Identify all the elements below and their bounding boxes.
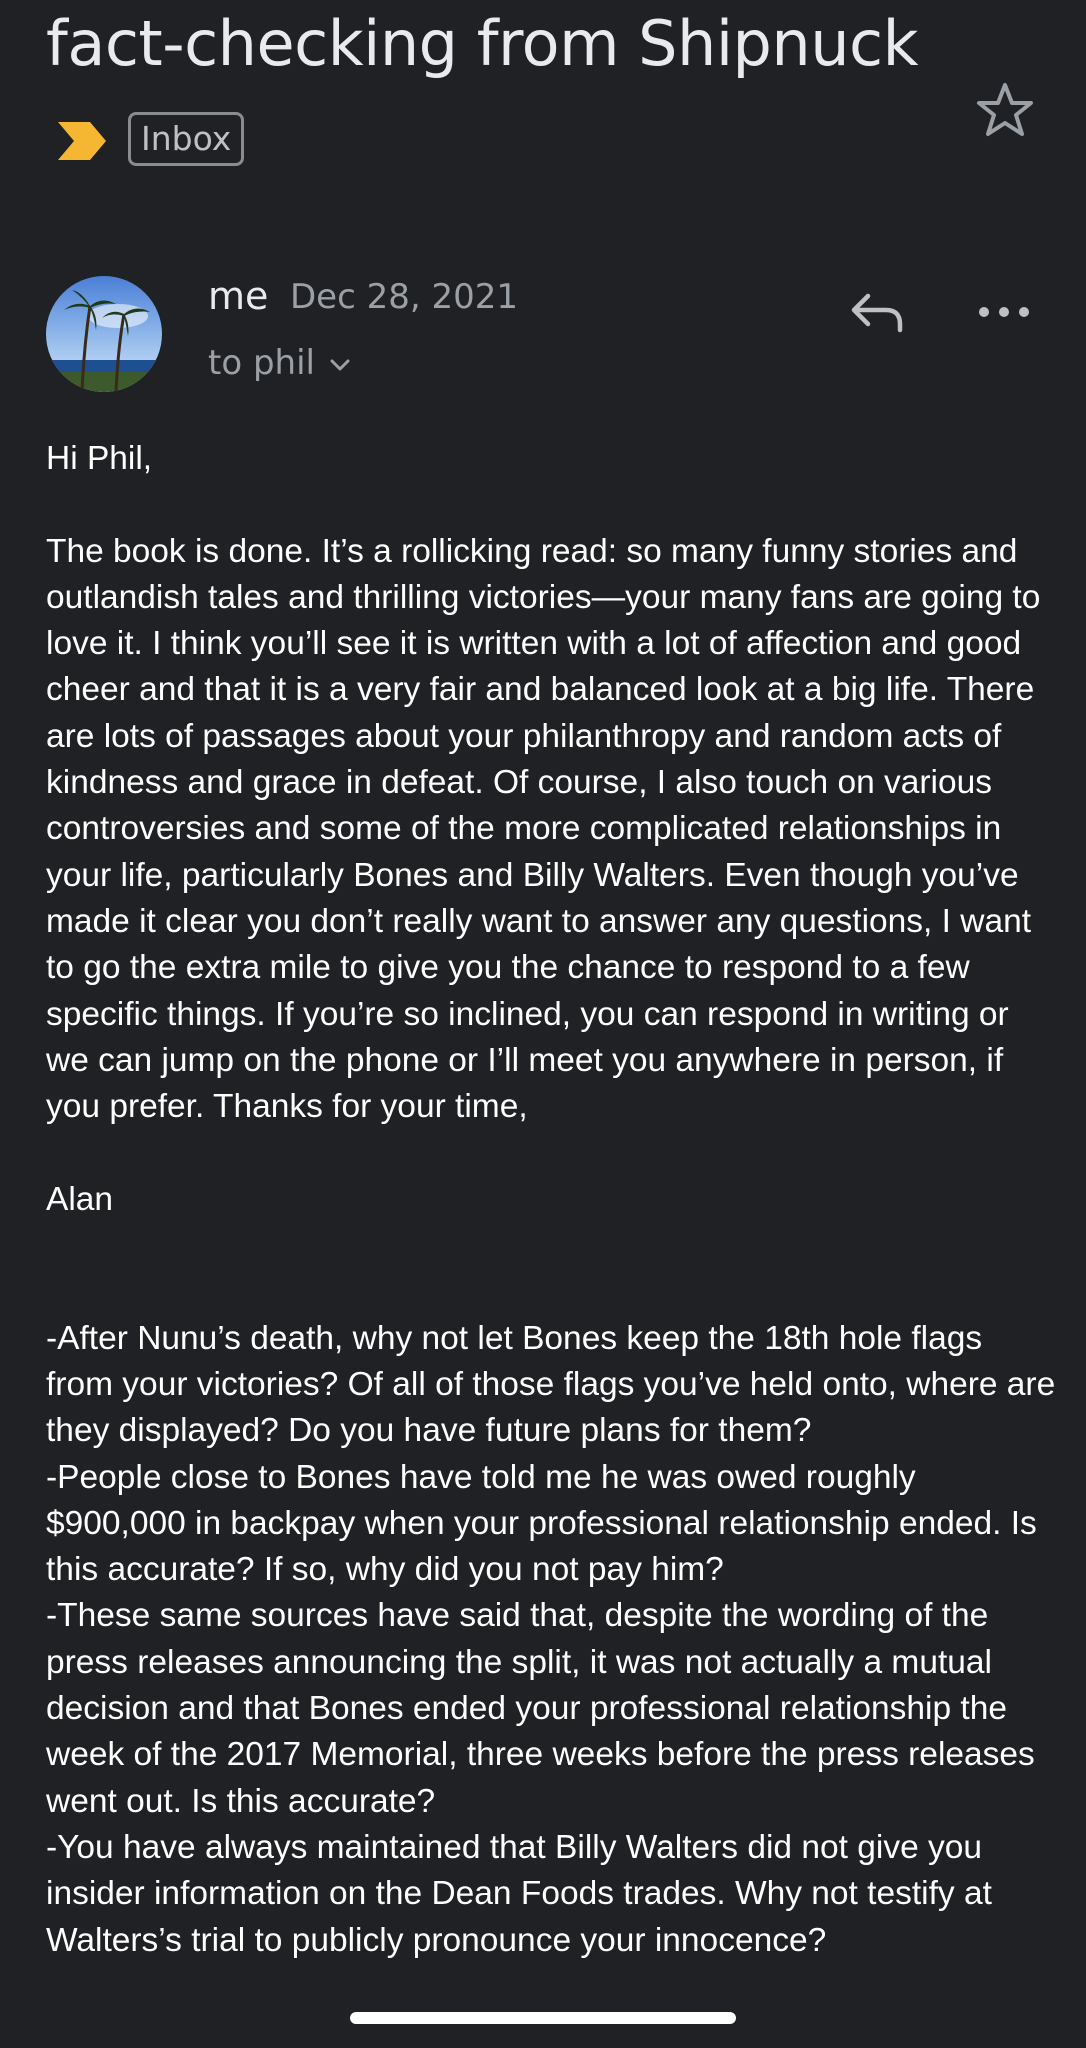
recipient-toggle[interactable]: to phil xyxy=(208,340,351,386)
more-options-icon[interactable] xyxy=(978,300,1030,324)
reply-icon[interactable] xyxy=(848,290,906,334)
avatar[interactable] xyxy=(46,276,162,392)
recipient-label: to phil xyxy=(208,343,315,383)
star-icon[interactable] xyxy=(976,82,1034,138)
email-subject: fact-checking from Shipnuck xyxy=(46,7,919,80)
importance-marker-icon[interactable] xyxy=(56,120,108,162)
sender-name: me xyxy=(208,274,269,318)
email-body: Hi Phil, The book is done. It’s a rollic… xyxy=(46,440,1056,1959)
inbox-label-chip[interactable]: Inbox xyxy=(128,112,245,166)
home-indicator[interactable] xyxy=(350,2012,736,2024)
sent-date: Dec 28, 2021 xyxy=(290,277,519,317)
chevron-down-icon xyxy=(330,359,350,371)
